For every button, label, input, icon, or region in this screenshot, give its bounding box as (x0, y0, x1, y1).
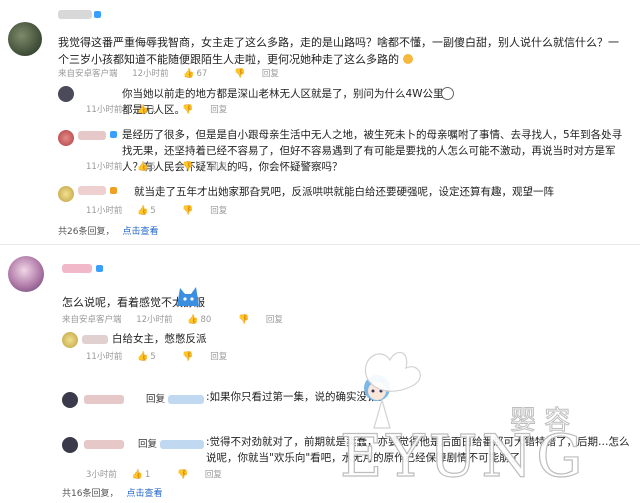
reply-target-blurred[interactable] (168, 395, 204, 404)
reply-text: :觉得不对劲就对了，前期就是卖蠢，亦要觉得他是后面白给番那可大错特错了，后期…怎… (206, 436, 630, 464)
reply-to-label: 回复 (146, 394, 166, 405)
thumb-down-icon: 👎 (176, 470, 189, 480)
view-replies-link[interactable]: 点击查看 (126, 489, 162, 499)
blue-cat-sticker-icon (174, 284, 202, 308)
reply-text: 白给女主，憋憋反派 (112, 333, 207, 345)
thumb-up-icon: 👍 (187, 315, 199, 325)
reply-button[interactable]: 回复 (205, 468, 222, 480)
thumb-up-icon: 👍 (131, 470, 143, 480)
like-button[interactable]: 👍 5 (137, 352, 168, 362)
comment-text: 怎么说呢，看着感觉不太舒服 (62, 296, 205, 309)
like-button[interactable]: 👍 80 (187, 315, 223, 325)
username-blurred[interactable] (84, 440, 124, 449)
replies-count: 共16条回复， (62, 489, 119, 499)
like-count: 5 (150, 352, 156, 362)
client-source: 来自安卓客户端 (62, 315, 122, 325)
timestamp: 12小时前 (136, 315, 173, 325)
timestamp: 11小时前 (86, 352, 123, 362)
reply-button[interactable]: 回复 (210, 350, 227, 362)
comment-meta: 来自安卓客户端 12小时前 👍 80 👎 回复 (62, 313, 295, 325)
reply-target-blurred[interactable] (160, 440, 204, 449)
timestamp: 3小时前 (86, 470, 117, 480)
reply-meta: 11小时前 👍 5 👎 回复 (86, 350, 239, 362)
dislike-button[interactable]: 👎 (177, 470, 190, 480)
like-count: 1 (144, 470, 151, 480)
reply-meta: 3小时前 👍 1 👎 回复 (86, 468, 234, 480)
replies-summary: 共16条回复， 点击查看 (62, 486, 162, 499)
dislike-button[interactable]: 👎 (238, 315, 251, 325)
comment-2: 怎么说呢，看着感觉不太舒服 来自安卓客户端 12小时前 👍 80 👎 回复 白给女… (0, 0, 640, 501)
dislike-button[interactable]: 👎 (182, 352, 195, 362)
like-count: 80 (200, 315, 212, 325)
reply-button[interactable]: 回复 (266, 313, 283, 325)
reply-avatar[interactable] (62, 437, 78, 453)
like-button[interactable]: 👍 1 (132, 470, 163, 480)
username-blurred[interactable] (62, 264, 92, 273)
anime-girl-sticker-icon (360, 372, 394, 408)
thumb-down-icon: 👎 (182, 352, 194, 362)
username-blurred[interactable] (84, 395, 124, 404)
thumb-down-icon: 👎 (238, 315, 250, 325)
reply-avatar[interactable] (62, 392, 78, 408)
avatar[interactable] (8, 256, 44, 292)
reply-to-label: 回复 (138, 439, 158, 450)
username-blurred[interactable] (82, 335, 108, 344)
level-badge (96, 265, 103, 272)
reply-avatar[interactable] (62, 332, 78, 348)
thumb-up-icon: 👍 (137, 352, 149, 362)
